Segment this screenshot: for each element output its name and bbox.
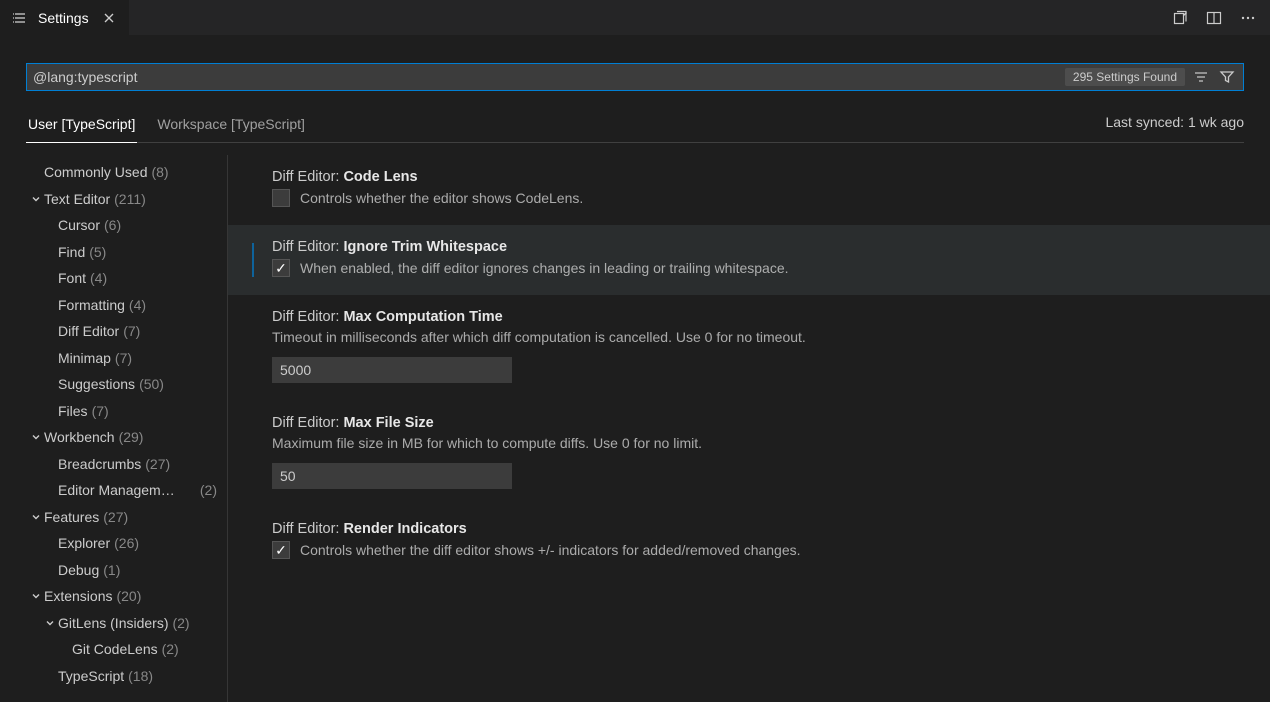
editor-actions: [1172, 10, 1270, 26]
toc-debug[interactable]: Debug(1): [0, 557, 227, 584]
settings-search: 295 Settings Found: [26, 63, 1244, 91]
settings-scope-tabs: User [TypeScript] Workspace [TypeScript]…: [26, 110, 1244, 143]
toc-breadcrumbs[interactable]: Breadcrumbs(27): [0, 451, 227, 478]
split-editor-icon[interactable]: [1206, 10, 1222, 26]
toc-editor-management[interactable]: Editor Managem…(2): [0, 477, 227, 504]
settings-list: Diff Editor: Code Lens Controls whether …: [228, 155, 1270, 702]
scope-tab-workspace[interactable]: Workspace [TypeScript]: [155, 110, 307, 142]
setting-description: When enabled, the diff editor ignores ch…: [300, 260, 789, 276]
toc-font[interactable]: Font(4): [0, 265, 227, 292]
setting-diff-render-indicators: Diff Editor: Render Indicators Controls …: [228, 507, 1270, 577]
chevron-down-icon: [42, 617, 58, 629]
toc-gitlens[interactable]: GitLens (Insiders)(2): [0, 610, 227, 637]
setting-diff-ignore-trim: Diff Editor: Ignore Trim Whitespace When…: [228, 225, 1270, 295]
toc-typescript[interactable]: TypeScript(18): [0, 663, 227, 690]
checkbox[interactable]: [272, 189, 290, 207]
settings-list-icon: [12, 10, 28, 26]
chevron-down-icon: [28, 431, 44, 443]
sync-status[interactable]: Last synced: 1 wk ago: [1105, 114, 1244, 138]
toc-cursor[interactable]: Cursor(6): [0, 212, 227, 239]
toc-files[interactable]: Files(7): [0, 398, 227, 425]
more-actions-icon[interactable]: [1240, 10, 1256, 26]
toc-extensions[interactable]: Extensions(20): [0, 583, 227, 610]
tab-bar: Settings: [0, 0, 1270, 35]
toc-workbench[interactable]: Workbench(29): [0, 424, 227, 451]
checkbox[interactable]: [272, 259, 290, 277]
setting-description: Maximum file size in MB for which to com…: [272, 435, 1252, 451]
settings-toc: Commonly Used (8) Text Editor (211) Curs…: [0, 155, 228, 702]
toc-suggestions[interactable]: Suggestions(50): [0, 371, 227, 398]
tab-settings[interactable]: Settings: [0, 0, 130, 35]
toc-features[interactable]: Features(27): [0, 504, 227, 531]
scope-tab-user[interactable]: User [TypeScript]: [26, 110, 137, 143]
toc-formatting[interactable]: Formatting(4): [0, 292, 227, 319]
chevron-down-icon: [28, 590, 44, 602]
toc-commonly-used[interactable]: Commonly Used (8): [0, 159, 227, 186]
setting-description: Timeout in milliseconds after which diff…: [272, 329, 1252, 345]
chevron-down-icon: [28, 511, 44, 523]
close-icon[interactable]: [99, 8, 119, 28]
tab-title: Settings: [38, 10, 89, 26]
toc-text-editor[interactable]: Text Editor (211): [0, 186, 227, 213]
clear-filter-icon[interactable]: [1193, 69, 1209, 85]
toc-explorer[interactable]: Explorer(26): [0, 530, 227, 557]
setting-description: Controls whether the diff editor shows +…: [300, 542, 801, 558]
setting-description: Controls whether the editor shows CodeLe…: [300, 190, 583, 206]
chevron-down-icon: [28, 193, 44, 205]
setting-diff-code-lens: Diff Editor: Code Lens Controls whether …: [228, 155, 1270, 225]
checkbox[interactable]: [272, 541, 290, 559]
toc-minimap[interactable]: Minimap(7): [0, 345, 227, 372]
number-input[interactable]: [272, 463, 512, 489]
search-result-count: 295 Settings Found: [1065, 68, 1185, 86]
toc-diff-editor[interactable]: Diff Editor(7): [0, 318, 227, 345]
search-input[interactable]: [27, 64, 1065, 90]
setting-diff-max-file-size: Diff Editor: Max File Size Maximum file …: [228, 401, 1270, 507]
setting-diff-max-computation: Diff Editor: Max Computation Time Timeou…: [228, 295, 1270, 401]
toc-git-codelens[interactable]: Git CodeLens(2): [0, 636, 227, 663]
filter-icon[interactable]: [1219, 69, 1235, 85]
toc-find[interactable]: Find(5): [0, 239, 227, 266]
open-json-icon[interactable]: [1172, 10, 1188, 26]
number-input[interactable]: [272, 357, 512, 383]
